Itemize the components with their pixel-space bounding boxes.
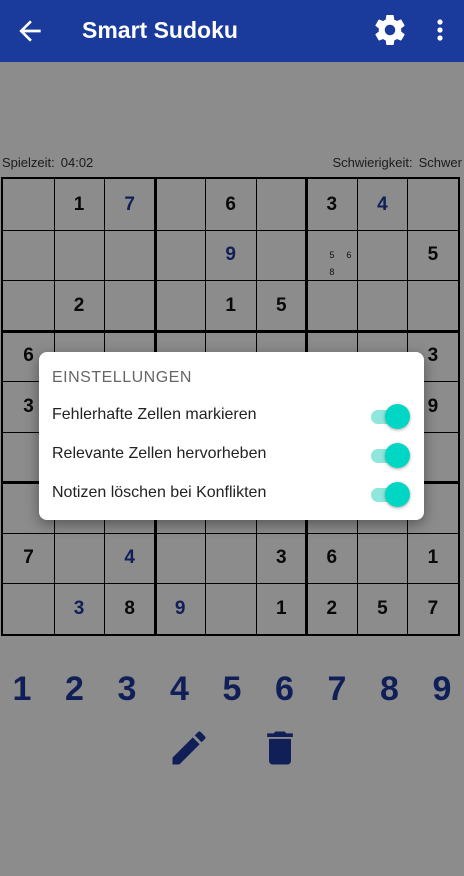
toggle-thumb — [385, 404, 410, 429]
dialog-title: EINSTELLUNGEN — [52, 369, 192, 386]
mark-wrong-cells-toggle[interactable] — [369, 404, 410, 430]
option-clear-notes[interactable]: Notizen löschen bei Konflikten — [39, 476, 424, 512]
app-title: Smart Sudoku — [82, 17, 238, 43]
highlight-relevant-toggle[interactable] — [369, 443, 410, 469]
clear-notes-toggle[interactable] — [369, 482, 410, 508]
option-label: Notizen löschen bei Konflikten — [52, 484, 267, 501]
back-arrow-icon[interactable] — [14, 15, 46, 47]
option-label: Relevante Zellen hervorheben — [52, 445, 267, 462]
settings-dialog: EINSTELLUNGEN Fehlerhafte Zellen markier… — [39, 352, 424, 520]
option-label: Fehlerhafte Zellen markieren — [52, 406, 257, 423]
toggle-thumb — [385, 443, 410, 468]
more-options-icon[interactable] — [428, 14, 452, 46]
toggle-thumb — [385, 482, 410, 507]
option-highlight-relevant[interactable]: Relevante Zellen hervorheben — [39, 437, 424, 473]
settings-gear-icon[interactable] — [372, 12, 408, 48]
option-mark-wrong-cells[interactable]: Fehlerhafte Zellen markieren — [39, 398, 424, 434]
app-bar: Smart Sudoku — [0, 0, 464, 62]
